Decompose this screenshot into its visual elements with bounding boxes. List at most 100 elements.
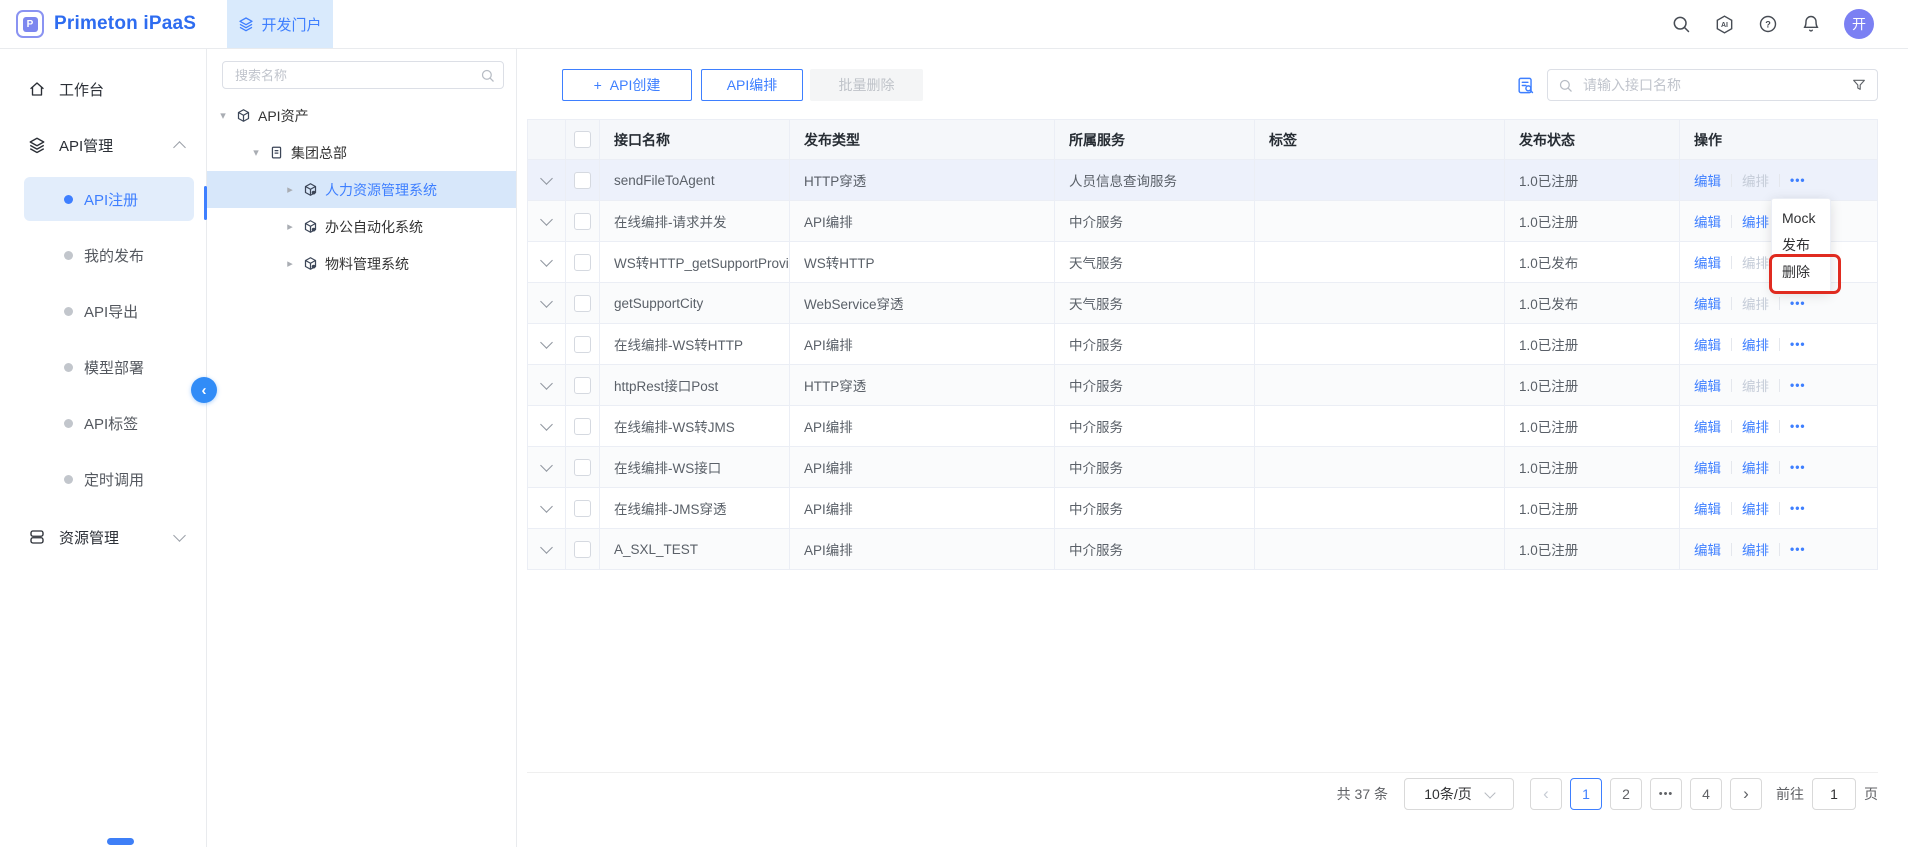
api-create-button[interactable]: + API创建 — [562, 69, 692, 101]
actions-cell: 编辑 编排 ••• — [1680, 529, 1877, 569]
chevron-down-icon[interactable] — [540, 254, 553, 267]
user-avatar[interactable]: 开 — [1844, 9, 1874, 39]
search-icon[interactable] — [1671, 14, 1691, 34]
more-actions-button[interactable]: ••• — [1790, 296, 1806, 310]
row-checkbox[interactable] — [574, 213, 591, 230]
prev-page-button[interactable]: ‹ — [1530, 778, 1562, 810]
sidebar-item-api-register[interactable]: API注册 — [24, 177, 194, 221]
edit-link[interactable]: 编辑 — [1694, 170, 1721, 190]
edit-link[interactable]: 编辑 — [1694, 539, 1721, 559]
edit-link[interactable]: 编辑 — [1694, 334, 1721, 354]
more-actions-button[interactable]: ••• — [1790, 419, 1806, 433]
orchestrate-link[interactable]: 编排 — [1742, 416, 1769, 436]
notification-bell-icon[interactable] — [1801, 14, 1821, 34]
chevron-down-icon[interactable] — [540, 377, 553, 390]
select-all-checkbox[interactable] — [574, 131, 591, 148]
more-actions-button[interactable]: ••• — [1790, 501, 1806, 515]
menu-item-mock[interactable]: Mock — [1772, 205, 1830, 232]
row-checkbox[interactable] — [574, 541, 591, 558]
chevron-down-icon[interactable] — [540, 459, 553, 472]
page-button-1[interactable]: 1 — [1570, 778, 1602, 810]
sidebar-item-my-publish[interactable]: 我的发布 — [24, 233, 194, 277]
tree-node-material-system[interactable]: ▸物料管理系统 — [207, 245, 516, 282]
edit-link[interactable]: 编辑 — [1694, 293, 1721, 313]
list-search-icon[interactable] — [1516, 76, 1535, 95]
row-checkbox[interactable] — [574, 172, 591, 189]
sidebar-item-api-management[interactable]: API管理 — [0, 121, 206, 169]
toolbar: + API创建 API编排 批量删除 — [527, 69, 1878, 101]
edit-link[interactable]: 编辑 — [1694, 252, 1721, 272]
sidebar-item-workbench[interactable]: 工作台 — [0, 65, 206, 113]
tree-node-api-assets[interactable]: ▾ API资产 — [207, 97, 516, 134]
menu-item-delete[interactable]: 删除 — [1772, 259, 1830, 286]
page-button-4[interactable]: 4 — [1690, 778, 1722, 810]
document-icon — [269, 145, 284, 160]
orchestrate-link[interactable]: 编排 — [1742, 498, 1769, 518]
page-button-2[interactable]: 2 — [1610, 778, 1642, 810]
more-actions-button[interactable]: ••• — [1790, 378, 1806, 392]
edit-link[interactable]: 编辑 — [1694, 416, 1721, 436]
caret-right-icon[interactable]: ▸ — [284, 183, 296, 196]
chevron-down-icon[interactable] — [540, 500, 553, 513]
sidebar-item-scheduled-call[interactable]: 定时调用 — [24, 457, 194, 501]
tab-dev-portal[interactable]: 开发门户 — [227, 0, 333, 48]
sidebar-item-model-deploy[interactable]: 模型部署 — [24, 345, 194, 389]
row-checkbox[interactable] — [574, 295, 591, 312]
sidebar-item-api-tag[interactable]: API标签 — [24, 401, 194, 445]
row-checkbox[interactable] — [574, 336, 591, 353]
tree-node-group-hq[interactable]: ▾ 集团总部 — [207, 134, 516, 171]
row-checkbox[interactable] — [574, 418, 591, 435]
edit-link[interactable]: 编辑 — [1694, 211, 1721, 231]
orchestrate-link[interactable]: 编排 — [1742, 334, 1769, 354]
edit-link[interactable]: 编辑 — [1694, 375, 1721, 395]
caret-right-icon[interactable]: ▸ — [284, 257, 296, 270]
layers-icon — [238, 16, 254, 32]
next-page-button[interactable]: › — [1730, 778, 1762, 810]
actions-cell: 编辑编排••• — [1680, 365, 1877, 406]
more-actions-button[interactable]: ••• — [1790, 173, 1806, 187]
tree-collapse-toggle[interactable]: ‹ — [191, 377, 217, 403]
more-actions-button[interactable]: ••• — [1790, 460, 1806, 474]
orchestrate-link[interactable]: 编排 — [1742, 211, 1769, 231]
chevron-down-icon[interactable] — [540, 336, 553, 349]
chevron-left-icon: ‹ — [202, 382, 207, 399]
more-actions-button[interactable]: ••• — [1790, 542, 1806, 556]
orchestrate-link[interactable]: 编排 — [1742, 457, 1769, 477]
chevron-down-icon[interactable] — [540, 172, 553, 185]
edit-link[interactable]: 编辑 — [1694, 457, 1721, 477]
page-size-select[interactable]: 10条/页 — [1404, 778, 1514, 810]
sidebar-item-resource-management[interactable]: 资源管理 — [0, 513, 206, 561]
chevron-down-icon[interactable] — [540, 541, 553, 554]
bullet-dot-icon — [64, 475, 73, 484]
ai-assistant-icon[interactable]: AI — [1714, 14, 1735, 35]
tree-node-oa-system[interactable]: ▸办公自动化系统 — [207, 208, 516, 245]
horizontal-scrollbar-thumb[interactable] — [107, 838, 134, 845]
more-actions-button[interactable]: ••• — [1790, 337, 1806, 351]
menu-item-publish[interactable]: 发布 — [1772, 232, 1830, 259]
chevron-down-icon[interactable] — [540, 418, 553, 431]
row-checkbox[interactable] — [574, 500, 591, 517]
batch-delete-label: 批量删除 — [839, 75, 895, 95]
caret-right-icon[interactable]: ▸ — [284, 220, 296, 233]
row-checkbox[interactable] — [574, 459, 591, 476]
help-icon[interactable]: ? — [1758, 14, 1778, 34]
caret-down-icon[interactable]: ▾ — [217, 109, 229, 122]
filter-funnel-icon[interactable] — [1851, 77, 1867, 93]
edit-link[interactable]: 编辑 — [1694, 498, 1721, 518]
cube-gear-icon — [303, 182, 318, 197]
chevron-down-icon[interactable] — [540, 213, 553, 226]
goto-page-input[interactable] — [1812, 778, 1856, 810]
tree-search-input[interactable] — [233, 67, 480, 84]
chevron-down-icon[interactable] — [540, 295, 553, 308]
row-checkbox[interactable] — [574, 254, 591, 271]
expand-cell — [528, 447, 566, 488]
tree-node-hr-system[interactable]: ▸人力资源管理系统 — [207, 171, 516, 208]
row-checkbox[interactable] — [574, 377, 591, 394]
caret-down-icon[interactable]: ▾ — [250, 146, 262, 159]
sidebar-item-api-export[interactable]: API导出 — [24, 289, 194, 333]
interface-search-input[interactable] — [1581, 76, 1843, 94]
orchestrate-link[interactable]: 编排 — [1742, 539, 1769, 559]
page-ellipsis-button[interactable]: ••• — [1650, 778, 1682, 810]
sidebar-subitem-label: API标签 — [84, 413, 138, 434]
api-orchestrate-button[interactable]: API编排 — [701, 69, 803, 101]
